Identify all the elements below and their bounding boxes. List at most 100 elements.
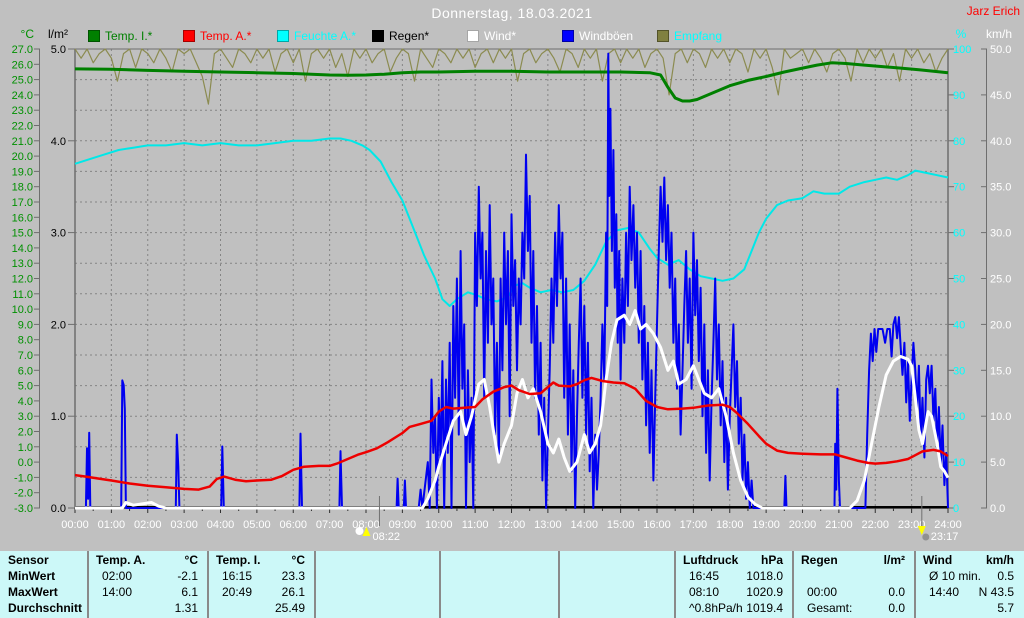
rain-axis-label: 3.0 xyxy=(51,228,66,240)
temp-axis-label: 22.0 xyxy=(12,121,33,133)
temp-axis-label: 6.0 xyxy=(18,365,33,377)
marker-time-label: 08:22 xyxy=(372,531,400,543)
footer-value-wind: N 43.5 xyxy=(978,585,1014,599)
temp-axis-label: 21.0 xyxy=(12,136,33,148)
footer-value-wind: 5.7 xyxy=(997,601,1014,615)
moonset-icon xyxy=(922,533,930,541)
temp-axis-label: 16.0 xyxy=(12,212,33,224)
temp-axis-label: 17.0 xyxy=(12,197,33,209)
humidity-axis-label: 20 xyxy=(953,411,965,423)
temp-axis-label: -3.0 xyxy=(14,503,33,515)
temp-axis-label: 23.0 xyxy=(12,105,33,117)
temp-axis-label: 8.0 xyxy=(18,335,33,347)
footer-col-unit-luftdruck: hPa xyxy=(760,553,783,567)
footer-value-regen: 0.0 xyxy=(888,585,905,599)
temp-axis-label: 19.0 xyxy=(12,166,33,178)
x-axis-label: 18:00 xyxy=(716,519,744,531)
x-axis-label: 03:00 xyxy=(170,519,198,531)
humidity-axis-label: 90 xyxy=(953,90,965,102)
wind-axis-label: 5.0 xyxy=(990,457,1005,469)
temp-axis-label: 13.0 xyxy=(12,258,33,270)
wind-axis-label: 30.0 xyxy=(990,228,1011,240)
footer-value-temp-a: 6.1 xyxy=(181,585,198,599)
temp-axis-label: 0.0 xyxy=(18,457,33,469)
wind-axis-label: 20.0 xyxy=(990,319,1011,331)
footer-value-luftdruck: 1020.9 xyxy=(746,585,783,599)
footer-separator xyxy=(87,551,89,618)
wind-axis-label: 35.0 xyxy=(990,182,1011,194)
humidity-axis-label: 60 xyxy=(953,228,965,240)
x-axis-label: 17:00 xyxy=(680,519,708,531)
series-windboeen xyxy=(84,52,949,509)
x-axis-label: 14:00 xyxy=(570,519,598,531)
rain-axis-label: 0.0 xyxy=(51,503,66,515)
moonrise-icon xyxy=(355,527,364,535)
humidity-axis-label: 40 xyxy=(953,319,965,331)
temp-axis-label: 26.0 xyxy=(12,59,33,71)
temp-axis-label: 4.0 xyxy=(18,396,33,408)
humidity-axis-label: 30 xyxy=(953,365,965,377)
footer-value-wind: 0.5 xyxy=(997,569,1014,583)
humidity-axis-label: 100 xyxy=(953,44,971,56)
x-axis-label: 04:00 xyxy=(207,519,235,531)
footer-row-label: MaxWert xyxy=(8,585,58,599)
x-axis-label: 05:00 xyxy=(243,519,271,531)
rain-axis-label: 2.0 xyxy=(51,319,66,331)
humidity-axis-label: 50 xyxy=(953,274,965,286)
footer-value-luftdruck: 1019.4 xyxy=(746,601,783,615)
footer-separator xyxy=(314,551,316,618)
x-axis-label: 00:00 xyxy=(61,519,89,531)
rain-axis-label: 1.0 xyxy=(51,411,66,423)
temp-axis-label: 18.0 xyxy=(12,182,33,194)
footer-value-regen: 0.0 xyxy=(888,601,905,615)
temp-axis-label: 7.0 xyxy=(18,350,33,362)
footer-value-temp-a: 1.31 xyxy=(174,601,198,615)
footer-value-luftdruck: 1018.0 xyxy=(746,569,783,583)
x-axis-label: 02:00 xyxy=(134,519,162,531)
x-axis-label: 19:00 xyxy=(752,519,780,531)
footer-col-unit-regen: l/m² xyxy=(883,553,905,567)
temp-axis-label: 24.0 xyxy=(12,90,33,102)
footer-row-label: MinWert xyxy=(8,569,56,583)
footer-value-temp-i: 26.1 xyxy=(281,585,305,599)
humidity-axis-label: 0 xyxy=(953,503,959,515)
footer-separator xyxy=(558,551,560,618)
footer-col-unit-wind: km/h xyxy=(985,553,1014,567)
temp-axis-label: 27.0 xyxy=(12,44,33,56)
temp-axis-label: 12.0 xyxy=(12,274,33,286)
x-axis-label: 09:00 xyxy=(389,519,417,531)
chart-plot-area[interactable]: 27.0 26.0 25.0 24.0 23.0 22.0 21.0 20.0 19.0 18.0… xyxy=(0,0,1024,550)
footer-separator xyxy=(207,551,209,618)
x-axis-label: 20:00 xyxy=(789,519,817,531)
x-axis-label: 24:00 xyxy=(934,519,962,531)
wind-axis-label: 50.0 xyxy=(990,44,1011,56)
wind-axis-label: 15.0 xyxy=(990,365,1011,377)
humidity-axis-label: 10 xyxy=(953,457,965,469)
wind-axis-label: 40.0 xyxy=(990,136,1011,148)
rain-axis-label: 4.0 xyxy=(51,136,66,148)
temp-axis-label: -1.0 xyxy=(14,472,33,484)
temp-axis-label: -2.0 xyxy=(14,488,33,500)
temp-axis-label: 15.0 xyxy=(12,228,33,240)
marker-time-label: 23:17 xyxy=(931,531,959,543)
temp-axis-label: 3.0 xyxy=(18,411,33,423)
humidity-axis-label: 80 xyxy=(953,136,965,148)
footer-row-label: Sensor xyxy=(8,553,49,567)
temp-axis-label: 2.0 xyxy=(18,427,33,439)
x-axis-label: 22:00 xyxy=(861,519,889,531)
temp-axis-label: 10.0 xyxy=(12,304,33,316)
footer-separator xyxy=(674,551,676,618)
x-axis-label: 13:00 xyxy=(534,519,562,531)
temp-axis-label: 5.0 xyxy=(18,381,33,393)
x-axis-label: 06:00 xyxy=(279,519,307,531)
temp-axis-label: 1.0 xyxy=(18,442,33,454)
wind-axis-label: 45.0 xyxy=(990,90,1011,102)
footer-col-unit-temp-a: °C xyxy=(184,553,198,567)
temp-axis-label: 9.0 xyxy=(18,319,33,331)
footer-stats-table: Sensor MinWert MaxWert Durchschnitt Temp. A.… xyxy=(0,551,1024,618)
footer-value-temp-i: 23.3 xyxy=(281,569,305,583)
temp-axis-label: 14.0 xyxy=(12,243,33,255)
footer-row-label: Durchschnitt xyxy=(8,601,83,615)
humidity-axis-label: 70 xyxy=(953,182,965,194)
footer-separator xyxy=(914,551,916,618)
